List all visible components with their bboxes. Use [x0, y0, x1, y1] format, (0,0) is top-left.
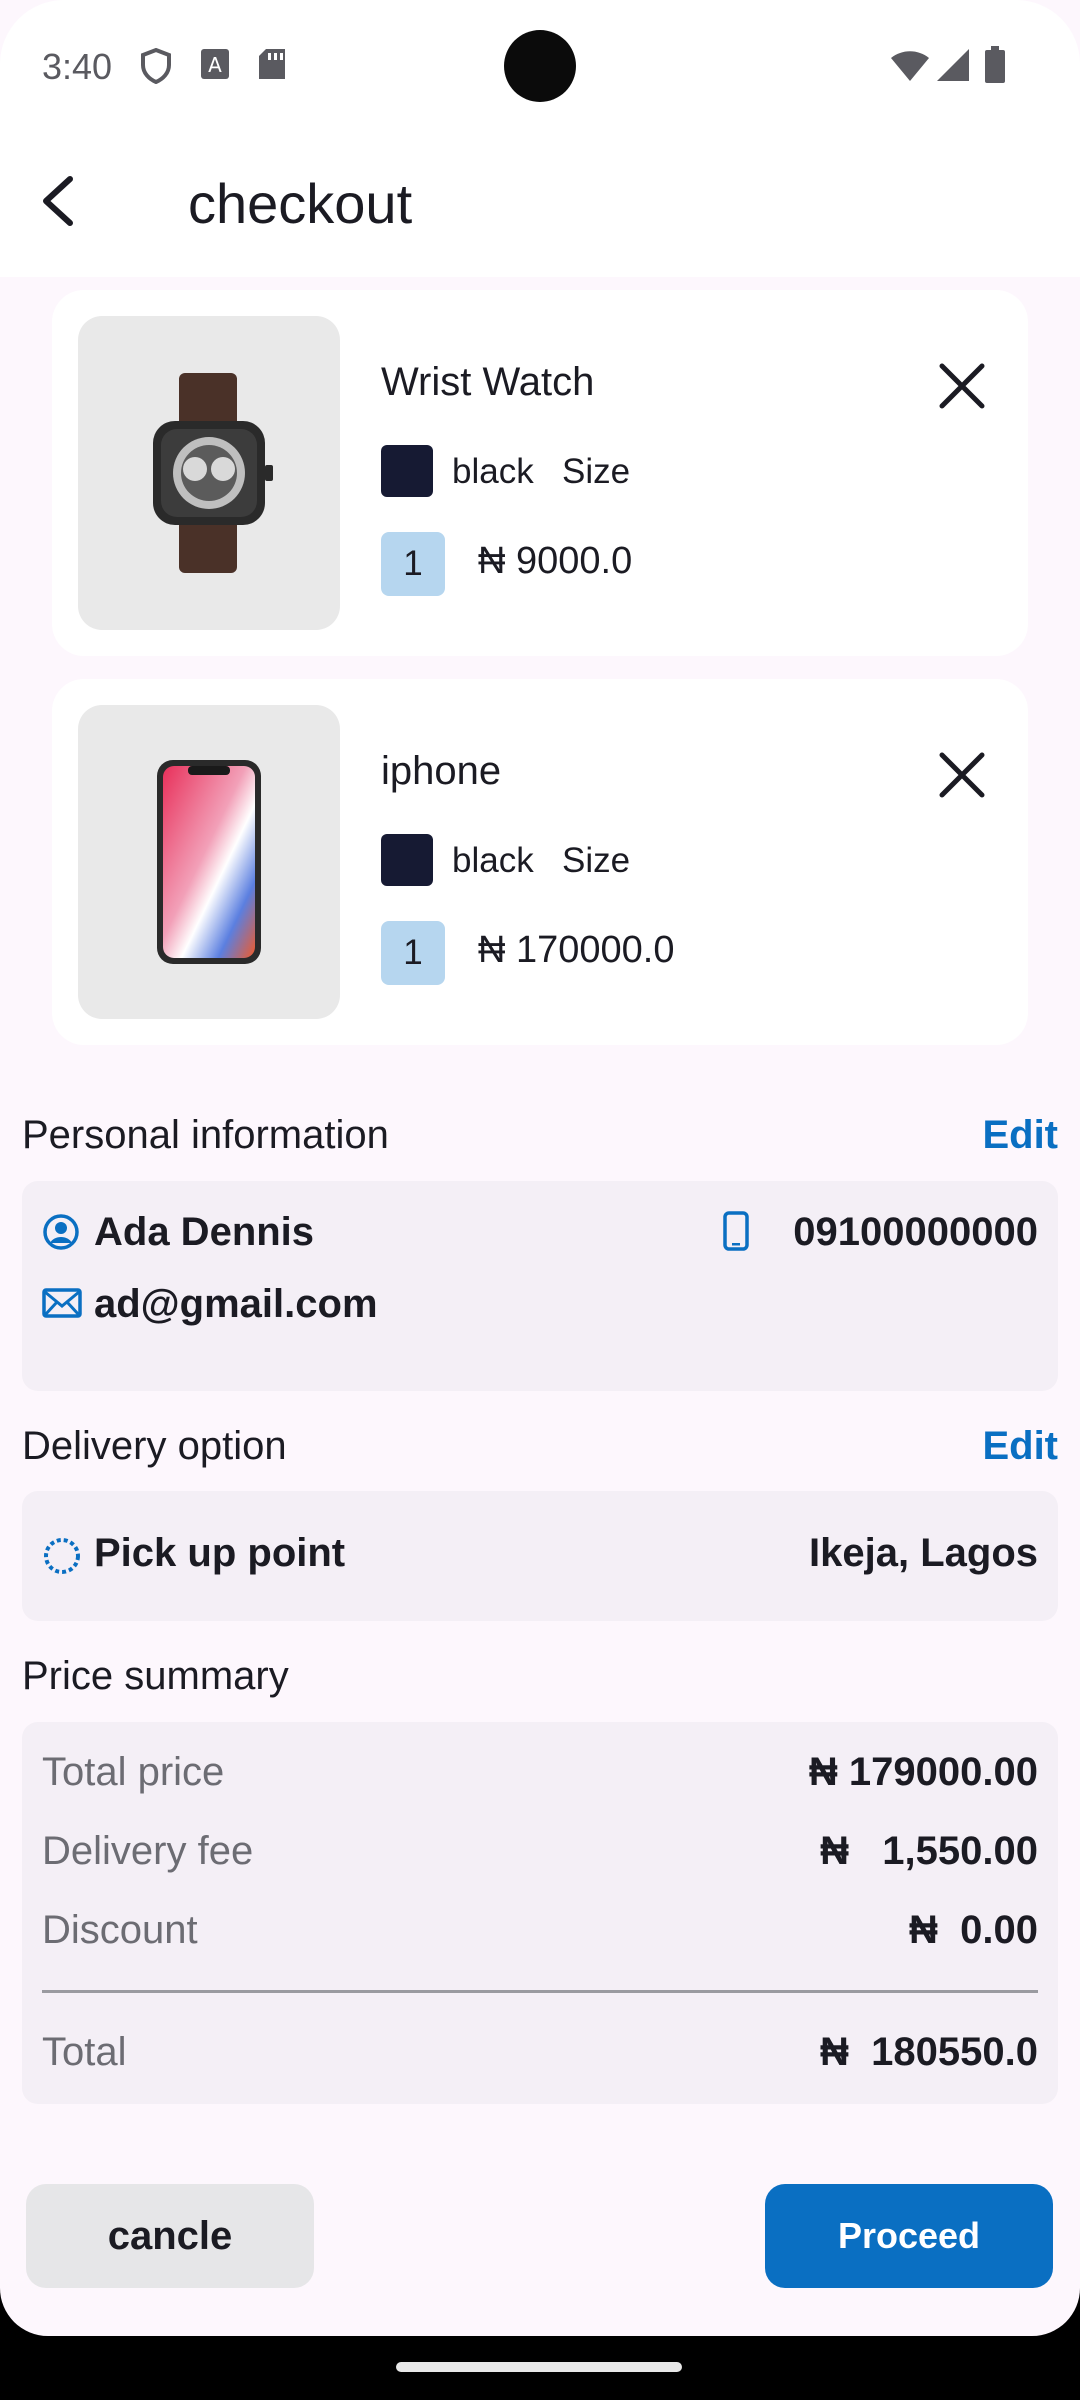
delivery-option-panel[interactable]: Pick up point Ikeja, Lagos	[22, 1491, 1058, 1621]
user-icon	[42, 1213, 80, 1256]
edit-delivery-link[interactable]: Edit	[982, 1424, 1058, 1469]
total-value: ₦ 180550.0	[820, 2030, 1038, 2074]
personal-info-title: Personal information	[22, 1113, 389, 1157]
status-bar: 3:40 A	[0, 0, 1080, 135]
personal-info-panel: Ada Dennis 09100000000 ad@gmail.com	[22, 1181, 1058, 1391]
total-price-label: Total price	[42, 1750, 225, 1794]
item-price: ₦ 9000.0	[478, 540, 633, 582]
cart-item-card: Wrist Watch black Size 1 ₦ 9000.0	[52, 290, 1028, 656]
customer-phone: 09100000000	[793, 1210, 1038, 1254]
cart-item-card: iphone black Size 1 ₦ 170000.0	[52, 679, 1028, 1045]
remove-item-button[interactable]	[932, 745, 992, 805]
item-price: ₦ 170000.0	[478, 929, 675, 971]
total-label: Total	[42, 2030, 127, 2074]
total-price-value: ₦ 179000.00	[808, 1750, 1038, 1794]
delivery-fee-value: ₦ 1,550.00	[820, 1829, 1038, 1873]
customer-email: ad@gmail.com	[94, 1282, 378, 1326]
close-icon	[939, 752, 985, 798]
item-name: iphone	[381, 749, 502, 793]
price-summary-panel: Total price ₦ 179000.00 Delivery fee ₦ 1…	[22, 1722, 1058, 2104]
sd-card-icon	[258, 48, 286, 85]
delivery-location: Ikeja, Lagos	[809, 1531, 1038, 1575]
size-label: Size	[562, 841, 631, 880]
back-button[interactable]	[20, 163, 96, 239]
delivery-fee-label: Delivery fee	[42, 1829, 254, 1873]
color-swatch	[381, 834, 433, 886]
color-swatch	[381, 445, 433, 497]
arrow-back-icon	[43, 176, 73, 226]
product-image-iphone	[78, 705, 340, 1019]
page-title: checkout	[188, 172, 413, 235]
cancel-button[interactable]: cancle	[26, 2184, 314, 2288]
radio-icon	[42, 1536, 82, 1581]
app-bar: checkout	[0, 135, 1080, 277]
mail-icon	[42, 1287, 82, 1324]
shield-icon	[140, 47, 172, 89]
delivery-option-title: Delivery option	[22, 1424, 287, 1468]
item-name: Wrist Watch	[381, 360, 595, 404]
home-indicator[interactable]	[396, 2362, 682, 2372]
customer-name: Ada Dennis	[94, 1210, 315, 1254]
phone-icon	[722, 1210, 750, 1257]
signal-icon	[936, 48, 970, 87]
color-label: black	[452, 452, 534, 491]
screen: 3:40 A checkout Wrist Watch black Size 1…	[0, 0, 1080, 2336]
edit-personal-info-link[interactable]: Edit	[982, 1113, 1058, 1158]
size-label: Size	[562, 452, 631, 491]
keyboard-icon: A	[200, 48, 230, 85]
price-summary-title: Price summary	[22, 1654, 289, 1698]
svg-text:A: A	[208, 53, 222, 77]
camera-cutout	[504, 30, 576, 102]
proceed-button[interactable]: Proceed	[765, 2184, 1053, 2288]
discount-label: Discount	[42, 1908, 198, 1952]
discount-value: ₦ 0.00	[909, 1908, 1038, 1952]
color-label: black	[452, 841, 534, 880]
quantity-badge: 1	[381, 532, 445, 596]
remove-item-button[interactable]	[932, 356, 992, 416]
summary-divider	[42, 1990, 1038, 1993]
battery-icon	[984, 46, 1006, 89]
delivery-option-label: Pick up point	[94, 1531, 346, 1575]
close-icon	[939, 363, 985, 409]
status-time: 3:40	[42, 46, 113, 87]
wifi-icon	[890, 50, 930, 87]
quantity-badge: 1	[381, 921, 445, 985]
product-image-wrist-watch	[78, 316, 340, 630]
